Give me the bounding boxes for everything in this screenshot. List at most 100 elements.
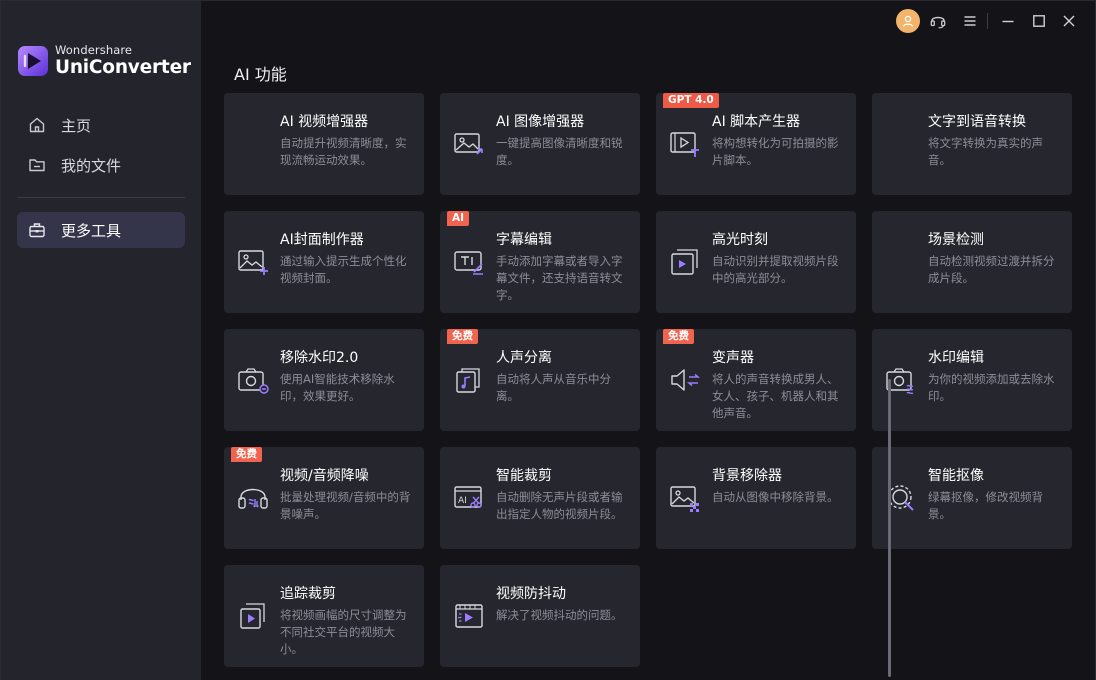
stabilize-icon — [452, 601, 486, 631]
vocal-remover-icon — [452, 365, 486, 395]
free-badge: 免费 — [231, 447, 262, 462]
card-desc: 解决了视频抖动的问题。 — [496, 608, 623, 622]
menu-icon — [964, 16, 976, 26]
avatar-button[interactable] — [896, 9, 920, 33]
video-enhance-icon — [236, 129, 270, 159]
auto-reframe-icon — [236, 601, 270, 631]
card-desc: 自动检测视频过渡并拆分成片段。 — [928, 254, 1055, 285]
tool-card-stabilizer[interactable]: 视频防抖动 解决了视频抖动的问题。 — [440, 565, 640, 667]
tool-card-image-enhancer[interactable]: AI 图像增强器 一键提高图像清晰度和锐度。 — [440, 93, 640, 195]
svg-text:AI: AI — [458, 496, 467, 506]
tool-card-highlight[interactable]: 高光时刻 自动识别并提取视频片段中的高光部分。 — [656, 211, 856, 313]
tool-card-background-remover[interactable]: 背景移除器 自动从图像中移除背景。 — [656, 447, 856, 549]
close-icon — [1063, 15, 1075, 27]
folder-icon — [27, 155, 47, 175]
card-title: 人声分离 — [496, 350, 552, 366]
card-title: 移除水印2.0 — [280, 350, 359, 366]
card-desc: 将视频画幅的尺寸调整为不同社交平台的视频大小。 — [280, 608, 407, 656]
headset-icon — [930, 16, 946, 29]
card-title: 智能抠像 — [928, 468, 984, 484]
sidebar-item-more-tools[interactable]: 更多工具 — [17, 212, 185, 248]
minimize-button[interactable] — [996, 9, 1020, 33]
main-content: AI 功能 AI 视频增强器 自动提升视频清晰度，实现流畅运动效果。 AI 图像… — [201, 41, 1095, 680]
home-icon — [27, 115, 47, 135]
toolbox-icon — [27, 220, 47, 240]
bg-remover-icon — [668, 483, 702, 513]
close-button[interactable] — [1057, 9, 1081, 33]
card-title: AI 图像增强器 — [496, 114, 585, 130]
tool-card-voice-changer[interactable]: 免费 变声器 将人的声音转换成男人、女人、孩子、机器人和其他声音。 — [656, 329, 856, 431]
card-desc: 批量处理视频/音频中的背景噪声。 — [280, 490, 411, 521]
card-desc: 自动提升视频清晰度，实现流畅运动效果。 — [280, 136, 407, 167]
tool-card-subtitle-editor[interactable]: AI 字幕编辑 手动添加字幕或者导入字幕文件，还支持语音转文字。 — [440, 211, 640, 313]
brand: Wondershare UniConverter — [17, 43, 191, 79]
tool-card-noise-reducer[interactable]: 免费 视频/音频降噪 批量处理视频/音频中的背景噪声。 — [224, 447, 424, 549]
card-title: 字幕编辑 — [496, 232, 552, 248]
card-desc: 自动识别并提取视频片段中的高光部分。 — [712, 254, 839, 285]
tool-card-cover-maker[interactable]: AI封面制作器 通过输入提示生成个性化视频封面。 — [224, 211, 424, 313]
support-button[interactable] — [926, 9, 950, 33]
highlight-icon — [668, 247, 702, 277]
card-desc: 自动从图像中移除背景。 — [712, 490, 839, 504]
card-desc: 手动添加字幕或者导入字幕文件，还支持语音转文字。 — [496, 254, 623, 302]
card-desc: 通过输入提示生成个性化视频封面。 — [280, 254, 407, 285]
free-badge: 免费 — [663, 329, 694, 344]
card-title: 水印编辑 — [928, 350, 984, 366]
ai-badge: AI — [447, 211, 470, 226]
tool-card-watermark-remover[interactable]: 移除水印2.0 使用AI智能技术移除水印，效果更好。 — [224, 329, 424, 431]
brand-product: UniConverter — [55, 56, 191, 78]
sidebar: Wondershare UniConverter 主页 我的文件 更多工具 — [1, 1, 201, 680]
tool-card-script-generator[interactable]: GPT 4.0 AI 脚本产生器 将构想转化为可拍摄的影片脚本。 — [656, 93, 856, 195]
card-title: 视频/音频降噪 — [280, 468, 369, 484]
avatar-icon — [902, 15, 914, 27]
tool-card-smart-cutout[interactable]: 智能抠像 绿幕抠像，修改视频背景。 — [872, 447, 1072, 549]
sidebar-item-label: 更多工具 — [61, 221, 122, 240]
card-title: 文字到语音转换 — [928, 114, 1026, 130]
brand-company: Wondershare — [55, 43, 133, 57]
titlebar-divider — [987, 13, 988, 29]
tool-card-scene-detection[interactable]: 场景检测 自动检测视频过渡并拆分成片段。 — [872, 211, 1072, 313]
sidebar-item-home[interactable]: 主页 — [17, 107, 185, 143]
noise-reduce-icon — [236, 483, 270, 513]
menu-button[interactable] — [958, 9, 982, 33]
card-title: 场景检测 — [928, 232, 984, 248]
card-desc: 自动删除无声片段或者输出指定人物的视频片段。 — [496, 490, 623, 521]
card-desc: 一键提高图像清晰度和锐度。 — [496, 136, 623, 167]
tool-card-video-enhancer[interactable]: AI 视频增强器 自动提升视频清晰度，实现流畅运动效果。 — [224, 93, 424, 195]
maximize-button[interactable] — [1027, 9, 1051, 33]
card-title: 视频防抖动 — [496, 586, 566, 602]
card-desc: 将人的声音转换成男人、女人、孩子、机器人和其他声音。 — [712, 372, 839, 420]
tool-card-text-to-speech[interactable]: 文字到语音转换 将文字转换为真实的声音。 — [872, 93, 1072, 195]
voice-changer-icon — [668, 365, 702, 395]
free-badge: 免费 — [447, 329, 478, 344]
tool-card-smart-trimmer[interactable]: AI 智能裁剪 自动删除无声片段或者输出指定人物的视频片段。 — [440, 447, 640, 549]
sidebar-item-label: 我的文件 — [61, 156, 122, 175]
sidebar-item-label: 主页 — [61, 116, 92, 135]
card-title: 背景移除器 — [712, 468, 782, 484]
titlebar — [201, 1, 1095, 41]
card-title: 高光时刻 — [712, 232, 768, 248]
minimize-icon — [1002, 20, 1014, 23]
sidebar-item-my-files[interactable]: 我的文件 — [17, 147, 185, 183]
watermark-remove-icon — [236, 365, 270, 395]
subtitle-icon — [452, 247, 486, 277]
card-title: AI 脚本产生器 — [712, 114, 801, 130]
card-title: AI 视频增强器 — [280, 114, 369, 130]
sidebar-divider — [17, 197, 185, 198]
tool-card-watermark-editor[interactable]: 水印编辑 为你的视频添加或去除水印。 — [872, 329, 1072, 431]
tool-card-vocal-remover[interactable]: 免费 人声分离 自动将人声从音乐中分离。 — [440, 329, 640, 431]
script-icon — [668, 129, 702, 159]
app-window: Wondershare UniConverter 主页 我的文件 更多工具 AI… — [0, 0, 1096, 680]
card-title: 智能裁剪 — [496, 468, 552, 484]
section-title: AI 功能 — [234, 65, 287, 84]
card-desc: 绿幕抠像，修改视频背景。 — [928, 490, 1043, 521]
smart-trim-icon: AI — [452, 483, 486, 513]
tool-card-auto-reframe[interactable]: 追踪裁剪 将视频画幅的尺寸调整为不同社交平台的视频大小。 — [224, 565, 424, 667]
card-title: AI封面制作器 — [280, 232, 364, 248]
scrollbar-thumb[interactable] — [888, 379, 891, 677]
card-title: 变声器 — [712, 350, 754, 366]
card-desc: 为你的视频添加或去除水印。 — [928, 372, 1055, 403]
cover-maker-icon — [236, 247, 270, 277]
image-enhance-icon — [452, 129, 486, 159]
card-desc: 使用AI智能技术移除水印，效果更好。 — [280, 372, 395, 403]
